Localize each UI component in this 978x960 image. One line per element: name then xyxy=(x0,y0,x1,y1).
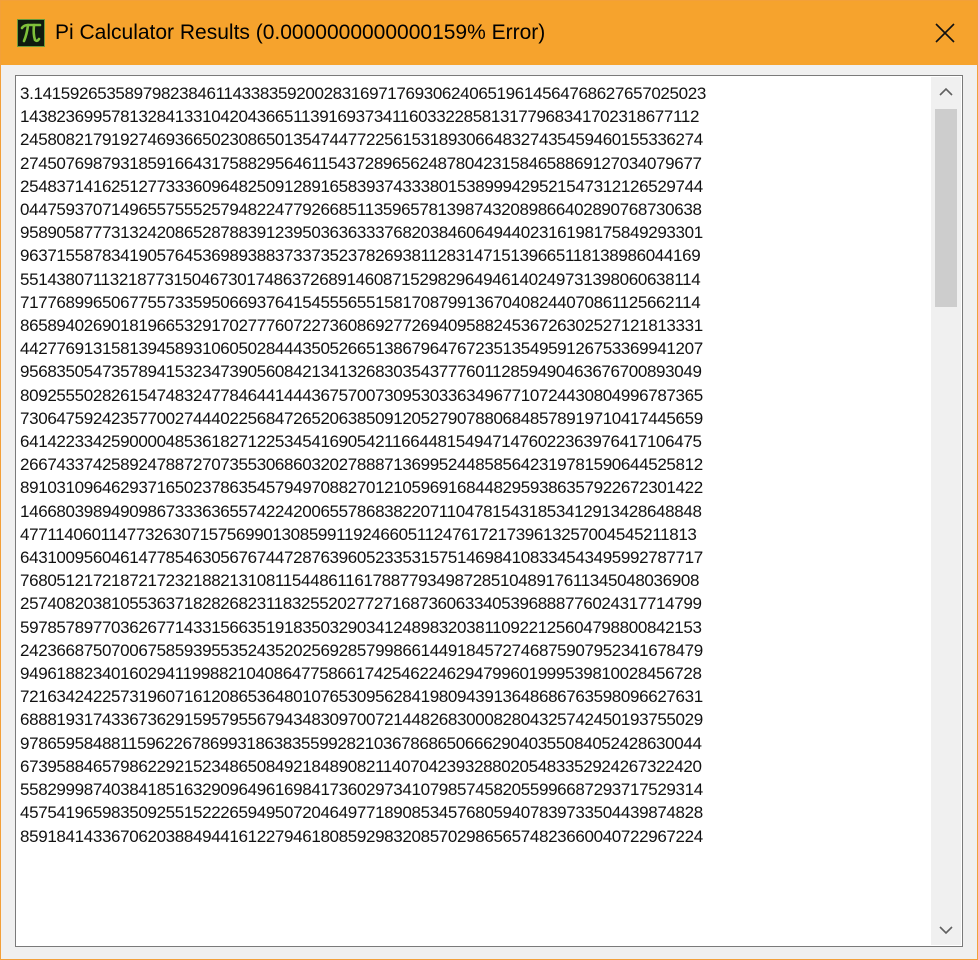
results-text-box[interactable]: 3.14159265358979823846114338359200283169… xyxy=(15,75,963,947)
chevron-up-icon xyxy=(939,87,953,96)
close-button[interactable] xyxy=(913,1,977,65)
scroll-thumb[interactable] xyxy=(935,109,957,307)
chevron-down-icon xyxy=(939,926,953,935)
scroll-up-button[interactable] xyxy=(931,77,961,107)
close-icon xyxy=(935,23,955,43)
vertical-scrollbar[interactable] xyxy=(931,77,961,945)
window-title: Pi Calculator Results (0.000000000000015… xyxy=(55,21,546,44)
scroll-down-button[interactable] xyxy=(931,915,961,945)
results-window: Pi Calculator Results (0.000000000000015… xyxy=(0,0,978,960)
title-bar[interactable]: Pi Calculator Results (0.000000000000015… xyxy=(1,1,977,65)
pi-icon xyxy=(17,19,45,47)
pi-digits-text[interactable]: 3.14159265358979823846114338359200283169… xyxy=(20,82,928,942)
